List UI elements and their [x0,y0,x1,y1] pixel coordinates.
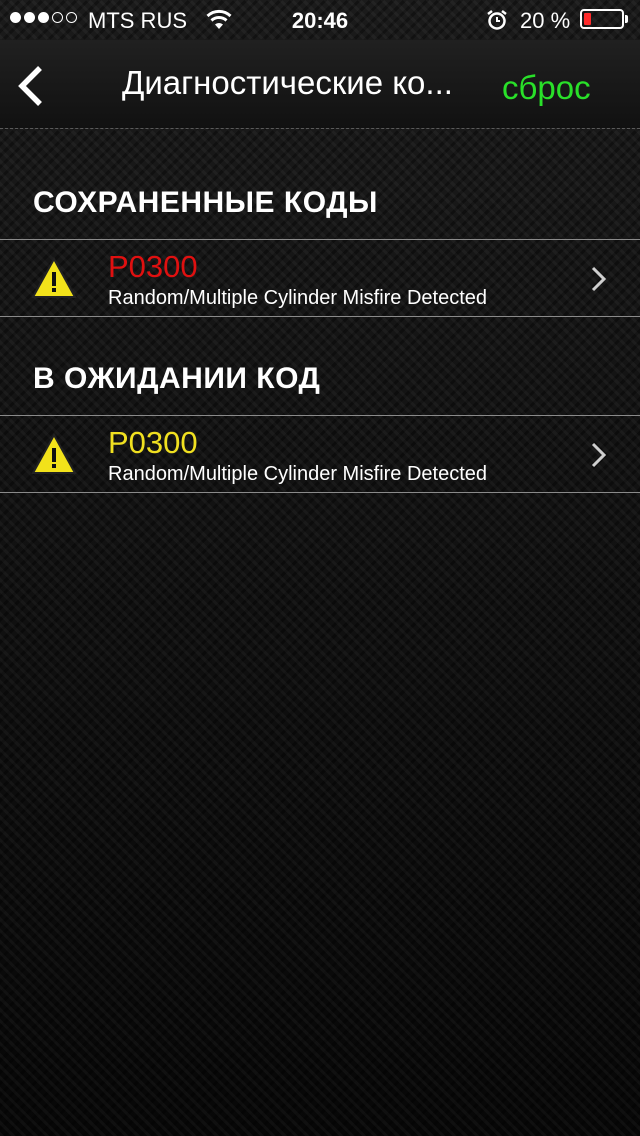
warning-icon [31,433,77,474]
chevron-left-icon[interactable] [14,64,54,108]
battery-tip [625,15,628,23]
dtc-code: P0300 [108,249,198,284]
navigation-bar: Диагностические ко... сброс [0,40,640,129]
battery-icon [580,9,624,29]
battery-level [584,13,591,25]
status-bar: MTS RUS 20:46 20 % [0,0,640,40]
alarm-clock-icon [487,10,507,30]
warning-icon [31,257,77,298]
dtc-code: P0300 [108,425,198,460]
page-title: Диагностические ко... [122,64,453,101]
dtc-description: Random/Multiple Cylinder Misfire Detecte… [108,287,488,309]
reset-button[interactable]: сброс [502,69,591,107]
list-item[interactable]: P0300 Random/Multiple Cylinder Misfire D… [0,415,640,493]
dtc-description: Random/Multiple Cylinder Misfire Detecte… [108,463,488,485]
section-header-stored-codes: СОХРАНЕННЫЕ КОДЫ [33,186,378,219]
chevron-right-icon [591,442,607,468]
battery-percent: 20 % [520,8,571,33]
list-item[interactable]: P0300 Random/Multiple Cylinder Misfire D… [0,239,640,317]
chevron-right-icon [591,266,607,292]
section-header-pending-codes: В ОЖИДАНИИ КОД [33,362,321,395]
